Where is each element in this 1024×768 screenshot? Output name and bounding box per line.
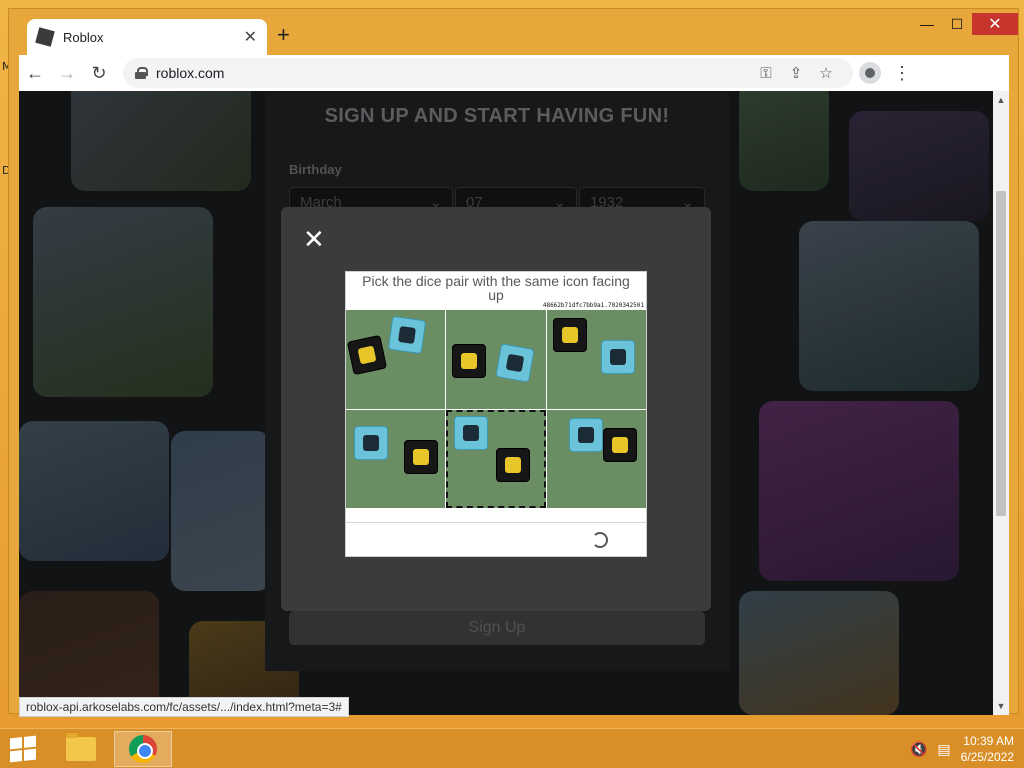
lock-icon[interactable] — [135, 67, 148, 79]
file-explorer-taskbar-button[interactable] — [52, 731, 110, 767]
browser-window: Roblox ✕ + — ☐ ✕ ← → ↻ roblox.com ⚿ ⇪ ☆ … — [8, 8, 1019, 717]
browser-menu-icon[interactable]: ⋮ — [887, 63, 917, 84]
dice-blue — [454, 415, 489, 450]
tab-close-icon[interactable]: ✕ — [244, 27, 257, 47]
captcha-frame: Pick the dice pair with the same icon fa… — [345, 271, 647, 557]
captcha-question: Pick the dice pair with the same icon fa… — [362, 273, 630, 303]
speaker-muted-icon[interactable]: 🔇 — [910, 741, 927, 758]
profile-avatar-icon[interactable] — [859, 62, 881, 84]
modal-close-icon[interactable]: ✕ — [303, 226, 325, 252]
key-icon[interactable]: ⚿ — [751, 58, 781, 88]
dice-blue — [600, 340, 635, 374]
window-controls: — ☐ ✕ — [912, 13, 1018, 35]
address-bar[interactable]: roblox.com ⚿ ⇪ ☆ — [123, 58, 853, 88]
taskbar: 🔇 ▤ 10:39 AM 6/25/2022 — [0, 728, 1024, 768]
dice-blue — [495, 343, 536, 383]
page-viewport: SIGN UP AND START HAVING FUN! Birthday M… — [19, 91, 1009, 715]
dice-black — [602, 427, 637, 462]
dice-blue — [354, 425, 388, 460]
scroll-down-arrow-icon[interactable]: ▼ — [993, 701, 1009, 711]
reload-button[interactable]: ↻ — [83, 57, 115, 89]
page-scrollbar[interactable]: ▲ ▼ — [993, 91, 1009, 715]
chrome-taskbar-button[interactable] — [114, 731, 172, 767]
browser-toolbar: ← → ↻ roblox.com ⚿ ⇪ ☆ ⋮ — [19, 55, 1009, 91]
captcha-option-4[interactable] — [346, 409, 446, 508]
dice-blue — [568, 417, 603, 452]
scroll-up-arrow-icon[interactable]: ▲ — [993, 95, 1009, 105]
tab-title: Roblox — [63, 29, 104, 45]
clock-time: 10:39 AM — [963, 734, 1014, 748]
dice-black — [552, 318, 587, 352]
tab-roblox[interactable]: Roblox ✕ — [27, 19, 267, 55]
dice-black — [404, 439, 438, 474]
close-window-button[interactable]: ✕ — [972, 13, 1018, 35]
tab-strip: Roblox ✕ + — ☐ ✕ — [9, 9, 1018, 55]
new-tab-button[interactable]: + — [277, 23, 290, 47]
address-bar-url[interactable]: roblox.com — [156, 65, 751, 81]
folder-icon — [66, 733, 96, 761]
scrollbar-thumb[interactable] — [996, 191, 1006, 516]
captcha-option-3[interactable] — [546, 310, 646, 409]
system-tray: 🔇 ▤ 10:39 AM 6/25/2022 — [910, 733, 1014, 765]
captcha-session-id: 48662b71dfc7bb9a1.7020342501 — [542, 302, 644, 309]
taskbar-clock[interactable]: 10:39 AM 6/25/2022 — [961, 733, 1014, 765]
back-button[interactable]: ← — [19, 57, 51, 89]
refresh-icon[interactable] — [592, 532, 608, 548]
roblox-favicon-icon — [35, 27, 55, 47]
captcha-option-1[interactable] — [346, 310, 446, 409]
captcha-footer — [346, 522, 646, 558]
dice-black — [346, 334, 388, 376]
captcha-option-6[interactable] — [546, 409, 646, 508]
share-icon[interactable]: ⇪ — [781, 58, 811, 88]
captcha-option-2[interactable] — [446, 310, 546, 409]
clock-date: 6/25/2022 — [960, 750, 1014, 764]
network-icon[interactable]: ▤ — [937, 741, 950, 758]
dice-black — [452, 344, 487, 378]
maximize-button[interactable]: ☐ — [942, 13, 972, 35]
dice-black — [496, 447, 531, 482]
captcha-modal: ✕ Pick the dice pair with the same icon … — [281, 207, 711, 611]
forward-button[interactable]: → — [51, 57, 83, 89]
captcha-image-grid — [346, 310, 646, 508]
captcha-option-5[interactable] — [446, 409, 546, 508]
start-button[interactable] — [10, 735, 36, 763]
chrome-icon — [129, 735, 157, 763]
status-bar-url: roblox-api.arkoselabs.com/fc/assets/.../… — [19, 697, 349, 717]
dice-blue — [387, 315, 427, 355]
bookmark-star-icon[interactable]: ☆ — [811, 58, 841, 88]
minimize-button[interactable]: — — [912, 13, 942, 35]
